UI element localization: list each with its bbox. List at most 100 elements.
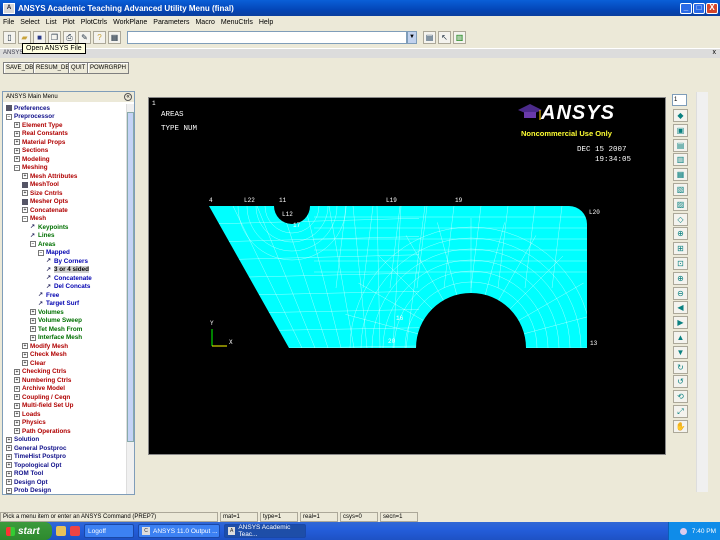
expand-icon[interactable]: + [6,453,12,460]
menu-node[interactable]: + Mesh Attributes [3,172,127,181]
menu-workplane[interactable]: WorkPlane [113,19,147,26]
rotate-x-icon[interactable]: ↻ [673,360,688,374]
front-view-icon[interactable]: ▣ [673,123,688,137]
quicklaunch-logoff-icon[interactable] [70,526,80,536]
menu-node[interactable]: ↗ Concatenate [3,274,127,283]
left-view-icon[interactable]: ▨ [673,197,688,211]
collapse-icon[interactable]: − [38,249,44,256]
menu-node[interactable]: + Design Opt [3,478,127,487]
pan-up-icon[interactable]: ▲ [673,331,688,344]
menu-node[interactable]: + Check Mesh [3,351,127,360]
rotate-y-icon[interactable]: ↺ [673,375,688,389]
menu-node[interactable]: + Material Props [3,138,127,147]
menu-node[interactable]: ↗ Free [3,291,127,300]
expand-icon[interactable]: + [22,351,28,358]
close-button[interactable]: X [706,2,718,14]
menu-node[interactable]: + ROM Tool [3,470,127,479]
menu-plotctrls[interactable]: PlotCtrls [81,19,107,26]
bottom-view-icon[interactable]: ▧ [673,183,688,196]
menu-node[interactable]: + TimeHist Postpro [3,453,127,462]
expand-icon[interactable]: + [14,156,20,163]
rotate-z-icon[interactable]: ⟲ [673,390,688,404]
collapse-icon[interactable]: − [14,164,20,171]
window-select[interactable]: 1 [672,94,687,106]
save-db-button[interactable]: SAVE_DB [3,62,37,74]
menu-node[interactable]: ↗ By Corners [3,257,127,266]
tray-network-icon[interactable] [679,527,687,535]
menu-node[interactable]: + Clear [3,359,127,368]
menu-node[interactable]: + Path Operations [3,427,127,436]
raise-hidden-icon[interactable]: ▤ [423,31,436,44]
menu-macro[interactable]: Macro [195,19,214,26]
menu-node[interactable]: + Physics [3,419,127,428]
menu-node[interactable]: + Real Constants [3,130,127,139]
task-logoff[interactable]: Logoff [84,524,134,538]
expand-icon[interactable]: + [14,368,20,375]
expand-icon[interactable]: + [6,462,12,469]
menu-node[interactable]: − Areas [3,240,127,249]
scrollbar-thumb[interactable] [127,112,134,442]
expand-icon[interactable]: + [6,436,12,443]
expand-icon[interactable]: + [22,173,28,180]
menu-node[interactable]: − Mapped [3,249,127,258]
expand-icon[interactable]: + [14,411,20,418]
expand-icon[interactable]: + [14,147,20,154]
oblique-view-icon[interactable]: ◇ [673,212,688,226]
menu-plot[interactable]: Plot [63,19,75,26]
menu-menuctrls[interactable]: MenuCtrls [221,19,253,26]
win-zoom-icon[interactable]: ⊡ [673,257,688,270]
collapse-icon[interactable]: − [22,215,28,222]
fit-icon[interactable]: ⤢ [673,405,688,418]
box-zoom-icon[interactable]: ⊞ [673,242,688,256]
contact-manager-icon[interactable]: ▥ [453,31,466,44]
menu-node[interactable]: + Topological Opt [3,461,127,470]
command-input[interactable] [127,31,407,44]
right-scrollbar[interactable] [696,92,708,492]
menu-node[interactable]: + Modeling [3,155,127,164]
expand-icon[interactable]: + [6,470,12,477]
minimize-button[interactable]: _ [680,2,692,14]
expand-icon[interactable]: + [14,402,20,409]
expand-icon[interactable]: + [6,487,12,494]
expand-icon[interactable]: + [14,385,20,392]
resume-db-button[interactable]: RESUM_DB [33,62,73,74]
task-ansys-output[interactable]: C ANSYS 11.0 Output ... [138,524,220,538]
menu-node[interactable]: + Prob Design [3,487,127,494]
toolbar-collapse-icon[interactable]: x [713,49,717,56]
expand-icon[interactable]: + [14,428,20,435]
expand-icon[interactable]: + [14,419,20,426]
menu-node[interactable]: − Meshing [3,164,127,173]
menu-node[interactable]: + Concatenate [3,206,127,215]
zoom-in-icon[interactable]: ⊕ [673,271,688,285]
menu-node[interactable]: + Interface Mesh [3,334,127,343]
menu-node[interactable]: + Size Cntrls [3,189,127,198]
menu-list[interactable]: List [46,19,57,26]
zoom-out-icon[interactable]: ⊖ [673,286,688,300]
menu-parameters[interactable]: Parameters [153,19,189,26]
menu-node[interactable]: + Loads [3,410,127,419]
expand-icon[interactable]: + [30,334,36,341]
powrgrph-button[interactable]: POWRGRPH [87,62,129,74]
command-dropdown-button[interactable]: ▼ [407,31,417,44]
menu-node[interactable]: ↗ 3 or 4 sided [3,266,127,275]
main-menu-collapse-button[interactable]: « [124,93,132,101]
menu-node[interactable]: − Mesh [3,215,127,224]
help-icon[interactable]: ? [93,31,106,44]
expand-icon[interactable]: + [30,326,36,333]
expand-icon[interactable]: + [14,130,20,137]
menu-node[interactable]: ↗ Del Concats [3,283,127,292]
expand-icon[interactable]: + [30,309,36,316]
pan-left-icon[interactable]: ◀ [673,301,688,315]
menu-node[interactable]: + Checking Ctrls [3,368,127,377]
menu-node[interactable]: + Volume Sweep [3,317,127,326]
back-view-icon[interactable]: ▦ [673,168,688,182]
menu-node[interactable]: + Archive Model [3,385,127,394]
menu-node[interactable]: ↗ Lines [3,232,127,241]
maximize-button[interactable]: □ [693,2,705,14]
new-file-icon[interactable]: ▯ [3,31,16,44]
expand-icon[interactable]: + [22,207,28,214]
collapse-icon[interactable]: − [6,113,12,120]
pan-down-icon[interactable]: ▼ [673,345,688,359]
expand-icon[interactable]: + [14,139,20,146]
main-menu-scrollbar[interactable] [126,104,134,494]
